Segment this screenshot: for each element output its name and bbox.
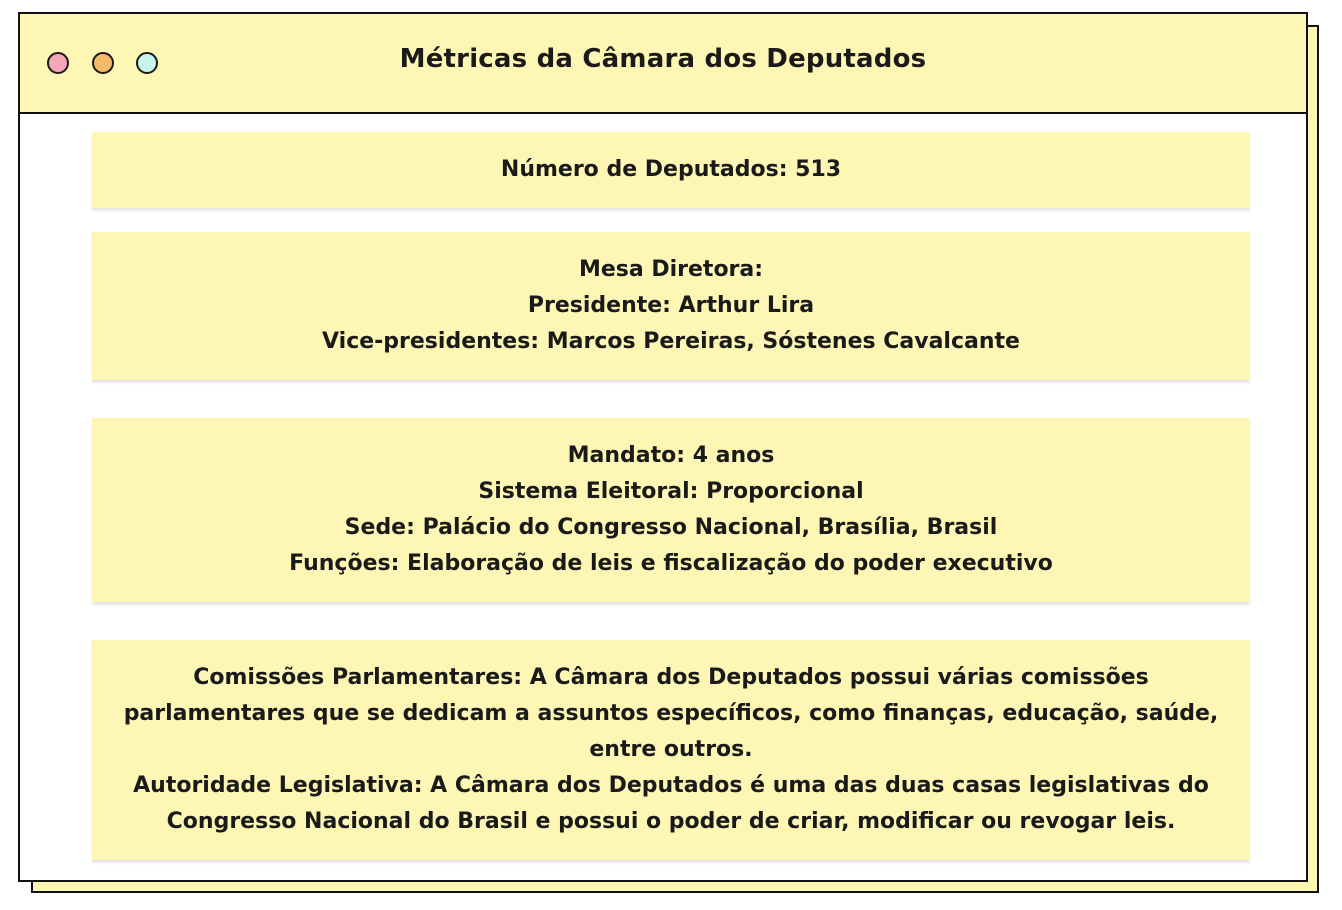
vice-presidents-text: Vice-presidentes: Marcos Pereiras, Sóste… (322, 329, 1020, 354)
committees-text: Comissões Parlamentares: A Câmara dos De… (123, 665, 1219, 762)
app-window: Métricas da Câmara dos Deputados Número … (18, 12, 1308, 882)
deputies-count-card: Número de Deputados: 513 (92, 132, 1250, 208)
window-title: Métricas da Câmara dos Deputados (399, 44, 927, 74)
president-text: Presidente: Arthur Lira (527, 293, 815, 318)
board-card: Mesa Diretora: Presidente: Arthur Lira V… (92, 232, 1250, 380)
deputies-count-text: Número de Deputados: 513 (500, 157, 842, 182)
term-text: Mandato: 4 anos (567, 443, 775, 468)
legislative-authority-text: Autoridade Legislativa: A Câmara dos Dep… (133, 773, 1209, 834)
board-heading: Mesa Diretora: (578, 257, 764, 282)
functions-text: Funções: Elaboração de leis e fiscalizaç… (289, 551, 1053, 576)
chamber-details-card: Comissões Parlamentares: A Câmara dos De… (92, 640, 1250, 860)
seat-text: Sede: Palácio do Congresso Nacional, Bra… (344, 515, 998, 540)
chamber-info-card: Mandato: 4 anos Sistema Eleitoral: Propo… (92, 418, 1250, 602)
title-bar: Métricas da Câmara dos Deputados (20, 14, 1306, 114)
electoral-system-text: Sistema Eleitoral: Proporcional (478, 479, 864, 504)
